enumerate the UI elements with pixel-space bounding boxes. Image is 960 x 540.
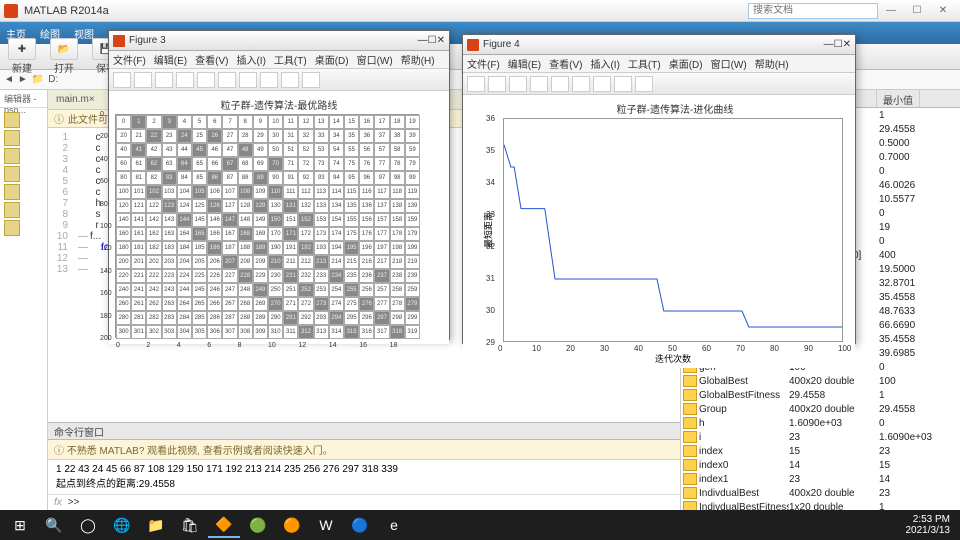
file-icon[interactable]: [4, 148, 20, 164]
tool-button[interactable]: [239, 72, 257, 88]
tool-button[interactable]: [155, 72, 173, 88]
folder-icon: 📁: [32, 74, 44, 85]
x-axis-label: 迭代次数: [655, 352, 691, 365]
figure-toolbar: [463, 73, 855, 95]
minimize-icon[interactable]: —: [418, 35, 428, 46]
ie-icon[interactable]: e: [378, 512, 410, 538]
tool-button[interactable]: [572, 76, 590, 92]
current-path[interactable]: D:: [48, 74, 58, 85]
tool-button[interactable]: [113, 72, 131, 88]
menu-item[interactable]: 文件(F): [467, 56, 500, 71]
open-button[interactable]: 📂打开: [46, 38, 82, 75]
menu-item[interactable]: 编辑(E): [154, 52, 187, 67]
app-icon[interactable]: 🔵: [344, 512, 376, 538]
menu-item[interactable]: 窗口(W): [711, 56, 747, 71]
tool-button[interactable]: [134, 72, 152, 88]
file-icon[interactable]: [4, 166, 20, 182]
convergence-line-chart: 最短距离 迭代次数 293031323334353601020304050607…: [503, 118, 843, 342]
close-icon[interactable]: ✕: [930, 2, 956, 20]
tool-button[interactable]: [635, 76, 653, 92]
command-window-title: 命令行窗口: [48, 422, 680, 440]
tool-button[interactable]: [467, 76, 485, 92]
tool-button[interactable]: [281, 72, 299, 88]
file-icon[interactable]: [4, 112, 20, 128]
maximize-icon[interactable]: ☐: [904, 2, 930, 20]
back-icon[interactable]: ◄: [4, 74, 14, 85]
app-icon[interactable]: 🟢: [242, 512, 274, 538]
store-icon[interactable]: 🛍: [174, 512, 206, 538]
figure-title: Figure 4: [483, 39, 520, 50]
menu-item[interactable]: 插入(I): [590, 56, 619, 71]
file-icon[interactable]: [4, 220, 20, 236]
app-icon[interactable]: 🟠: [276, 512, 308, 538]
path-grid-chart: 0123456789101112131415161718192021222324…: [115, 114, 419, 338]
menu-item[interactable]: 桌面(D): [669, 56, 703, 71]
figure-3-window[interactable]: Figure 3 — ☐ ✕ 文件(F) 编辑(E) 查看(V) 插入(I) 工具(T) 桌…: [108, 30, 450, 340]
minimize-icon[interactable]: —: [824, 39, 834, 50]
system-clock[interactable]: 2:53 PM2021/3/13: [906, 514, 957, 536]
menu-item[interactable]: 工具(T): [628, 56, 661, 71]
tool-button[interactable]: [509, 76, 527, 92]
new-button[interactable]: ✚新建: [4, 38, 40, 75]
close-icon[interactable]: ✕: [437, 35, 445, 46]
word-icon[interactable]: W: [310, 512, 342, 538]
minimize-icon[interactable]: —: [878, 2, 904, 20]
menu-item[interactable]: 帮助(H): [755, 56, 789, 71]
tool-button[interactable]: [197, 72, 215, 88]
figure-toolbar: [109, 69, 449, 91]
menu-item[interactable]: 桌面(D): [315, 52, 349, 67]
panel-label: 编辑器 - pso...: [0, 90, 47, 108]
matlab-task-icon[interactable]: 🔶: [208, 512, 240, 538]
tool-button[interactable]: [593, 76, 611, 92]
command-output: 1 22 43 24 45 66 87 108 129 150 171 192 …: [48, 460, 680, 494]
matlab-logo-icon: [467, 39, 479, 51]
matlab-logo-icon: [4, 4, 18, 18]
tool-button[interactable]: [260, 72, 278, 88]
app-titlebar: MATLAB R2014a — ☐ ✕: [0, 0, 960, 22]
tool-button[interactable]: [530, 76, 548, 92]
figure-menubar: 文件(F) 编辑(E) 查看(V) 插入(I) 工具(T) 桌面(D) 窗口(W) 帮助(H): [109, 51, 449, 69]
command-prompt[interactable]: fx >>: [48, 494, 680, 510]
edge-icon[interactable]: 🌐: [106, 512, 138, 538]
tool-button[interactable]: [176, 72, 194, 88]
maximize-icon[interactable]: ☐: [834, 39, 843, 50]
figure-menubar: 文件(F) 编辑(E) 查看(V) 插入(I) 工具(T) 桌面(D) 窗口(W) 帮助(H): [463, 55, 855, 73]
file-icon[interactable]: [4, 184, 20, 200]
menu-item[interactable]: 工具(T): [274, 52, 307, 67]
app-title: MATLAB R2014a: [24, 5, 109, 17]
chart-title: 粒子群-遗传算法-进化曲线: [503, 101, 847, 116]
doc-search-input[interactable]: [748, 3, 878, 19]
file-icon[interactable]: [4, 202, 20, 218]
matlab-logo-icon: [113, 35, 125, 47]
menu-item[interactable]: 插入(I): [236, 52, 265, 67]
maximize-icon[interactable]: ☐: [428, 35, 437, 46]
current-folder-panel: 编辑器 - pso...: [0, 90, 48, 510]
menu-item[interactable]: 查看(V): [195, 52, 228, 67]
tool-button[interactable]: [302, 72, 320, 88]
close-icon[interactable]: ✕: [843, 39, 851, 50]
menu-item[interactable]: 编辑(E): [508, 56, 541, 71]
figure-4-window[interactable]: Figure 4 — ☐ ✕ 文件(F) 编辑(E) 查看(V) 插入(I) 工具(T) 桌…: [462, 34, 856, 344]
file-icon[interactable]: [4, 130, 20, 146]
menu-item[interactable]: 窗口(W): [357, 52, 393, 67]
chart-title: 粒子群-遗传算法-最优路线: [115, 97, 443, 112]
cortana-icon[interactable]: ◯: [72, 512, 104, 538]
tool-button[interactable]: [551, 76, 569, 92]
command-getting-started[interactable]: ⓘ 不熟悉 MATLAB? 观看此视频, 查看示例或者阅读快速入门。: [48, 440, 680, 460]
explorer-icon[interactable]: 📁: [140, 512, 172, 538]
tool-button[interactable]: [218, 72, 236, 88]
fwd-icon[interactable]: ►: [18, 74, 28, 85]
menu-item[interactable]: 帮助(H): [401, 52, 435, 67]
start-icon[interactable]: ⊞: [4, 512, 36, 538]
figure-title: Figure 3: [129, 35, 166, 46]
menu-item[interactable]: 文件(F): [113, 52, 146, 67]
tool-button[interactable]: [614, 76, 632, 92]
menu-item[interactable]: 查看(V): [549, 56, 582, 71]
windows-taskbar: ⊞ 🔍 ◯ 🌐 📁 🛍 🔶 🟢 🟠 W 🔵 e 2:53 PM2021/3/13: [0, 510, 960, 540]
search-icon[interactable]: 🔍: [38, 512, 70, 538]
tool-button[interactable]: [488, 76, 506, 92]
